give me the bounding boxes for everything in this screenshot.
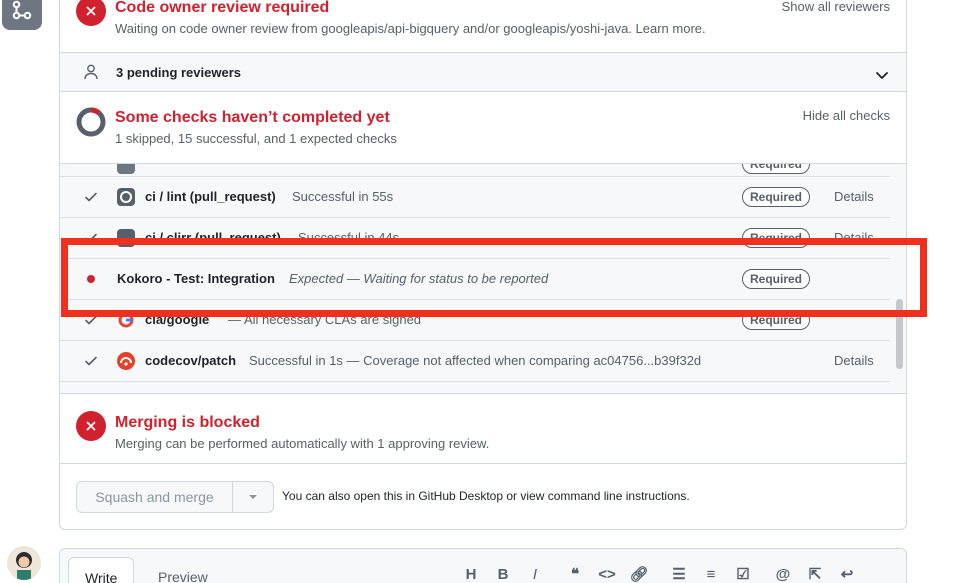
italic-icon[interactable]: I <box>524 565 546 583</box>
merge-options-caret-icon[interactable] <box>233 482 273 512</box>
required-badge: Required <box>742 164 811 174</box>
required-badge: Required <box>742 187 811 207</box>
details-link[interactable]: Details <box>834 353 874 368</box>
merge-subtitle: Merging can be performed automatically w… <box>115 436 490 451</box>
highlight-box <box>61 238 927 317</box>
tab-write[interactable]: Write <box>68 557 135 583</box>
merge-blocked-section: Merging is blocked Merging can be perfor… <box>60 394 906 464</box>
link-icon[interactable]: 🔗︎ <box>628 565 650 583</box>
check-row-lint: ci / lint (pull_request) Successful in 5… <box>60 177 890 218</box>
merge-title: Merging is blocked <box>115 414 260 431</box>
markdown-toolbar: H B I ❝ <> 🔗︎ ☰ ≡ ☑ @ ⇱ ↩ <box>460 565 858 583</box>
github-actions-icon <box>117 188 135 206</box>
reply-icon[interactable]: ↩ <box>836 565 858 583</box>
check-icon <box>85 192 97 202</box>
cross-reference-icon[interactable]: ⇱ <box>804 565 826 583</box>
person-icon <box>84 64 98 85</box>
check-row-codecov: codecov/patch Successful in 1s — Coverag… <box>60 341 890 382</box>
x-circle-icon <box>76 411 106 441</box>
task-list-icon[interactable]: ☑ <box>732 565 754 583</box>
unordered-list-icon[interactable]: ☰ <box>668 565 690 583</box>
checks-header: Some checks haven’t completed yet 1 skip… <box>60 92 906 162</box>
comment-composer: Write Preview H B I ❝ <> 🔗︎ ☰ ≡ ☑ @ ⇱ ↩ <box>59 548 907 583</box>
mention-icon[interactable]: @ <box>772 565 794 583</box>
check-desc: Successful in 1s — Coverage not affected… <box>249 353 702 368</box>
review-section: Code owner review required Waiting on co… <box>60 0 906 52</box>
bold-icon[interactable]: B <box>492 565 514 583</box>
checks-title: Some checks haven’t completed yet <box>115 109 390 126</box>
check-row: Required <box>60 164 890 177</box>
squash-merge-button[interactable]: Squash and merge <box>77 482 233 512</box>
checks-subtitle: 1 skipped, 15 successful, and 1 expected… <box>115 131 397 146</box>
check-name: codecov/patch <box>145 353 237 368</box>
chevron-down-icon[interactable] <box>876 67 888 85</box>
code-icon[interactable]: <> <box>596 565 618 583</box>
details-link[interactable]: Details <box>834 189 874 204</box>
git-merge-icon <box>2 0 42 30</box>
tab-preview[interactable]: Preview <box>142 557 224 583</box>
check-icon <box>85 356 97 366</box>
pending-reviewers-label: 3 pending reviewers <box>116 65 241 80</box>
heading-icon[interactable]: H <box>460 565 482 583</box>
merge-actions: Squash and merge You can also open this … <box>60 464 906 529</box>
squash-merge-button-group: Squash and merge <box>76 481 274 513</box>
hide-checks-link[interactable]: Hide all checks <box>803 108 890 123</box>
pending-reviewers-row[interactable]: 3 pending reviewers <box>60 52 906 92</box>
quote-icon[interactable]: ❝ <box>564 565 586 583</box>
github-app-icon <box>117 164 135 174</box>
check-name: ci / lint (pull_request) <box>145 189 276 204</box>
codecov-icon <box>117 352 135 370</box>
open-desktop-note[interactable]: You can also open this in GitHub Desktop… <box>282 489 690 503</box>
pending-donut-icon <box>76 107 106 137</box>
avatar[interactable] <box>7 546 41 580</box>
show-reviewers-link[interactable]: Show all reviewers <box>782 0 890 14</box>
review-title: Code owner review required <box>115 0 330 16</box>
x-circle-icon <box>76 0 106 26</box>
review-subtitle: Waiting on code owner review from google… <box>115 21 706 36</box>
ordered-list-icon[interactable]: ≡ <box>700 565 722 583</box>
check-desc: Successful in 55s <box>292 189 394 204</box>
